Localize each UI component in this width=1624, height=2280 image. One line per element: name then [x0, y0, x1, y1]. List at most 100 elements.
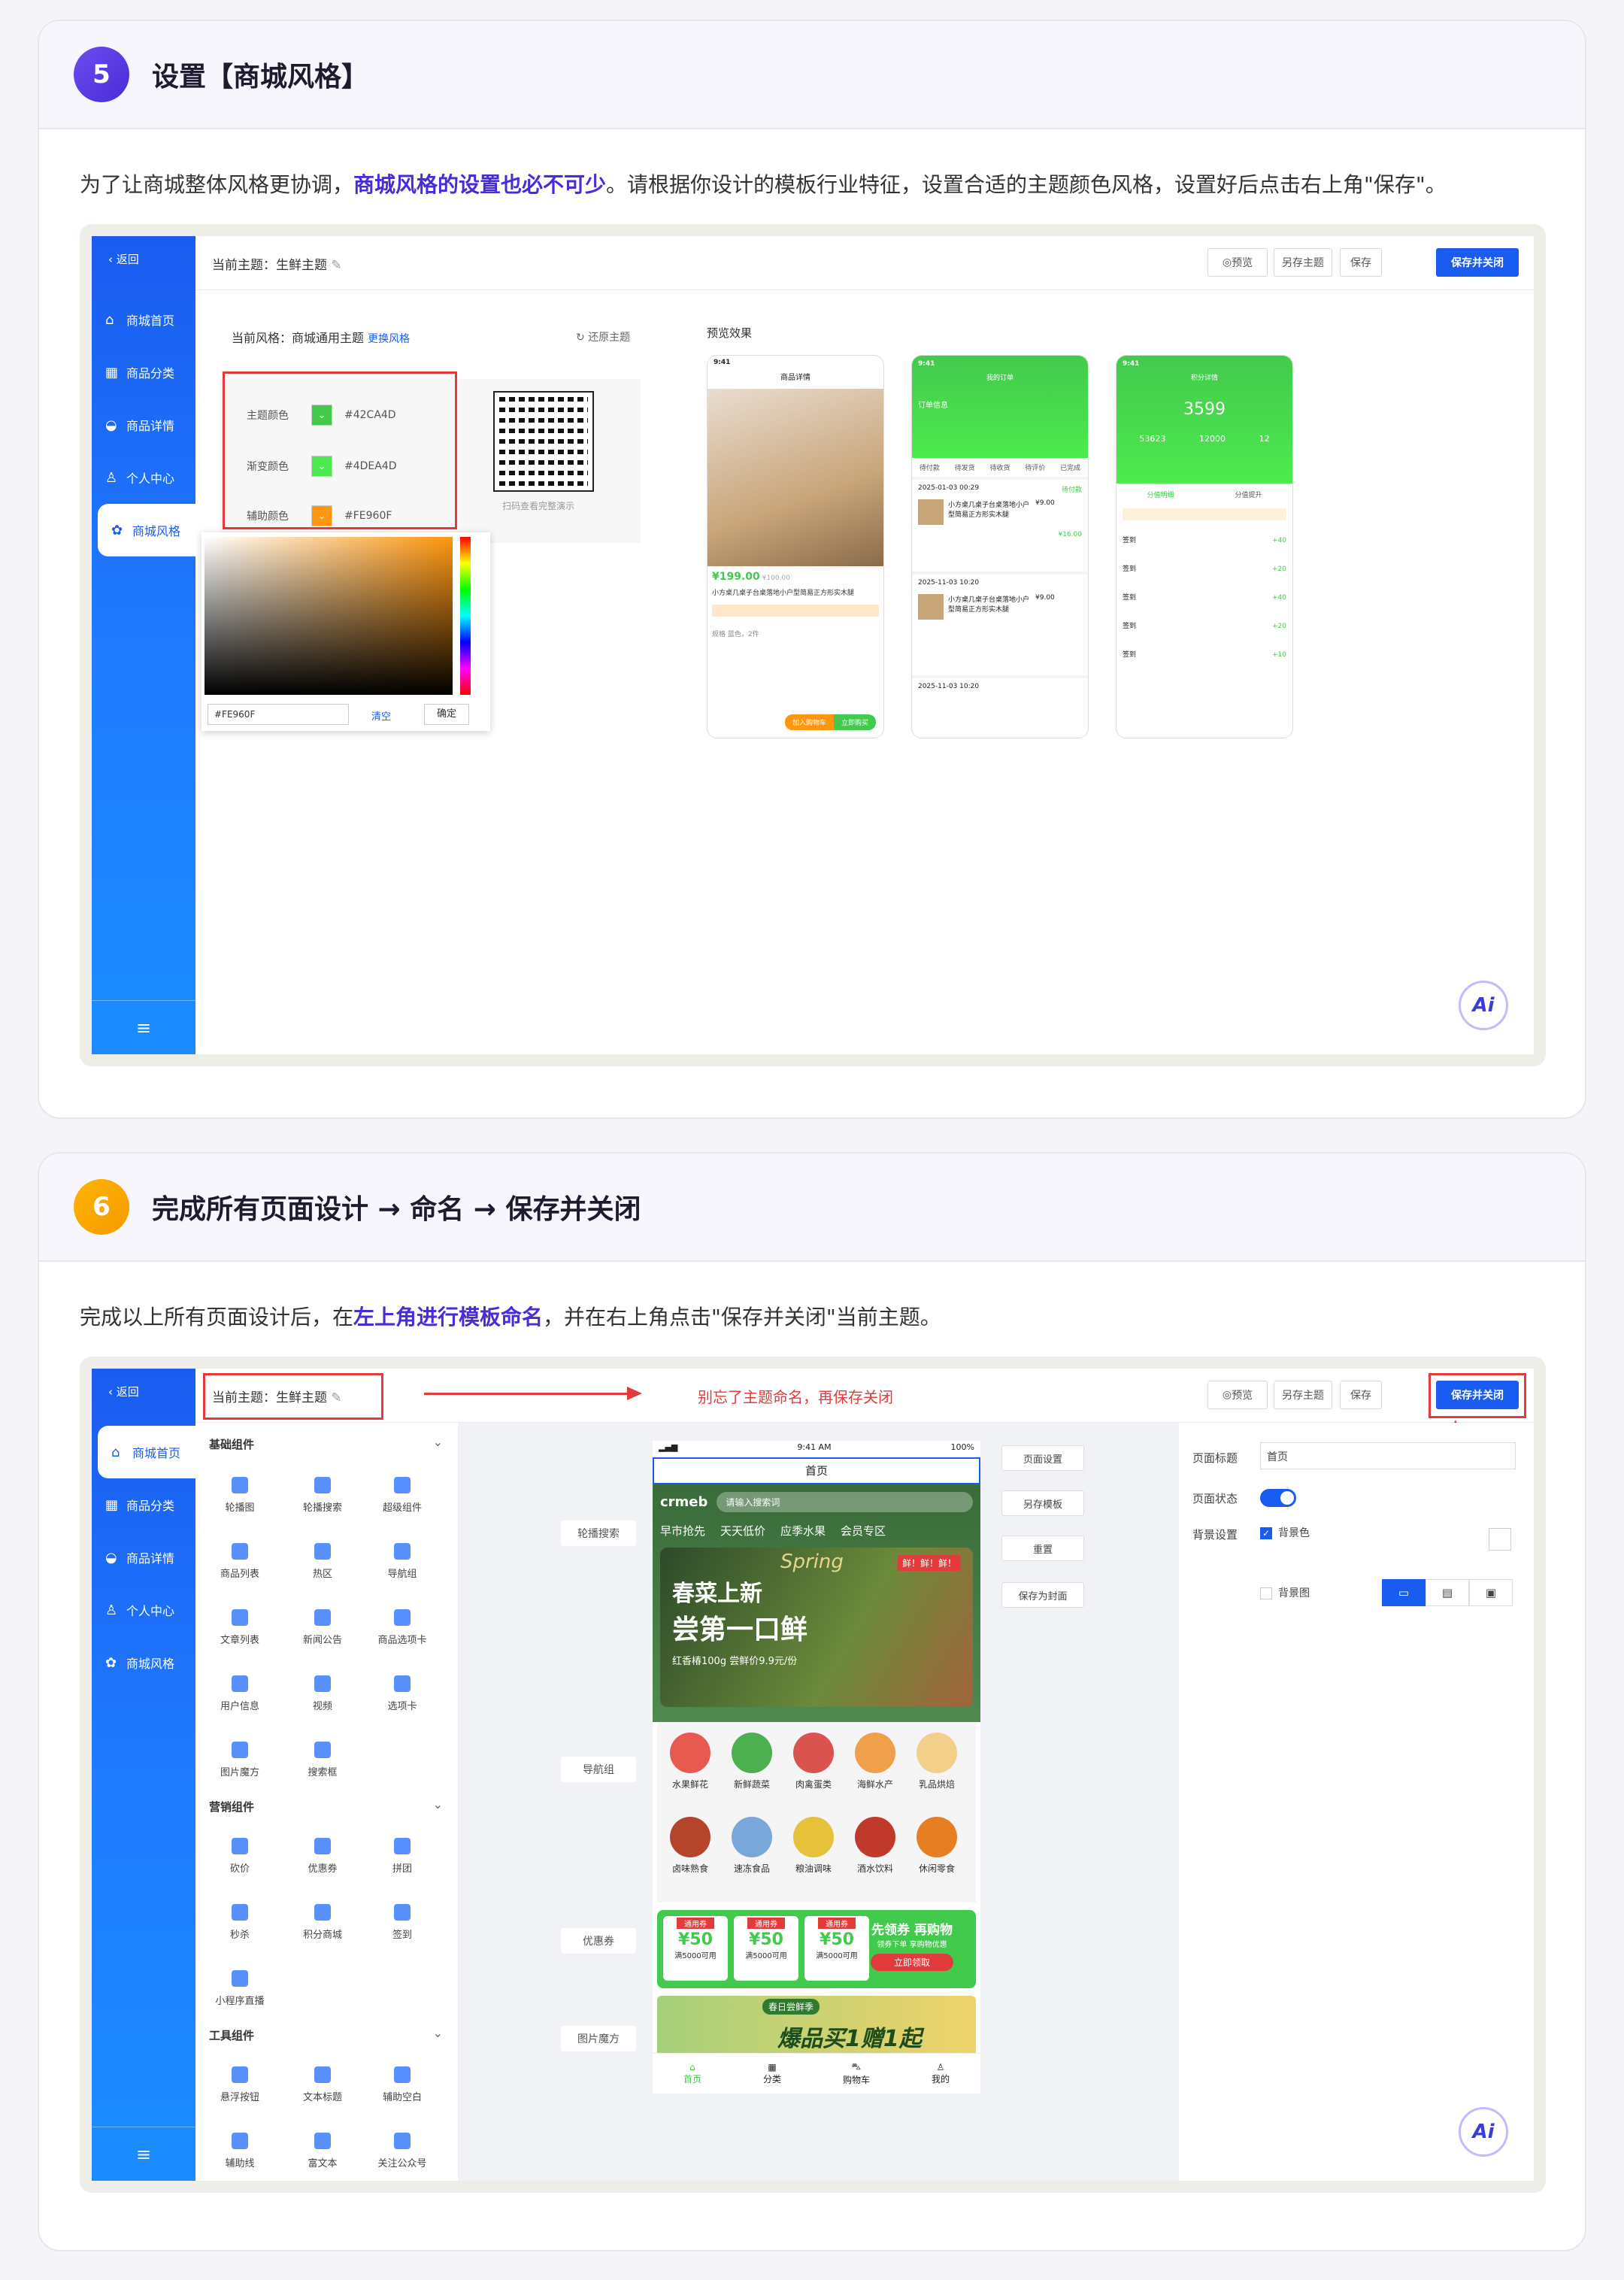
page-status-toggle[interactable] [1260, 1489, 1296, 1507]
comp-carousel-search[interactable]: 轮播搜索 [289, 1477, 356, 1514]
comp-image-cube[interactable]: 图片魔方 [206, 1742, 274, 1778]
add-cart-button[interactable]: 加入购物车 [784, 714, 834, 730]
change-style-link[interactable]: 更换风格 [368, 333, 410, 345]
group-tools-title[interactable]: 工具组件 [209, 2027, 254, 2043]
category-item[interactable]: 乳品烘焙 [914, 1733, 959, 1790]
chevron-down-icon[interactable]: ⌄ [433, 1797, 443, 1812]
tab-category[interactable]: ▦ 分类 [763, 2062, 781, 2085]
comp-hotspot[interactable]: 热区 [289, 1543, 356, 1580]
bg-color-checkbox[interactable]: ✓ 背景色 [1260, 1525, 1310, 1540]
comp-product-list[interactable]: 商品列表 [206, 1543, 274, 1580]
page-title-input[interactable]: 首页 [1260, 1442, 1516, 1469]
back-button[interactable]: ‹ 返回 [92, 236, 195, 293]
comp-carousel[interactable]: 轮播图 [206, 1477, 274, 1514]
tab-cart[interactable]: ⛍ 购物车 [843, 2061, 870, 2086]
current-theme-label[interactable]: 当前主题：生鲜主题 ✎ [212, 254, 342, 273]
layout-image-icon[interactable]: ▣ [1469, 1579, 1513, 1606]
bg-image-checkbox[interactable]: 背景图 [1260, 1585, 1310, 1600]
color-swatch-main[interactable]: ⌄ [311, 405, 332, 426]
comp-group-buy[interactable]: 拼团 [368, 1838, 436, 1875]
category-item[interactable]: 休闲零食 [914, 1817, 959, 1875]
category-item[interactable]: 速冻食品 [729, 1817, 774, 1875]
coupon-section[interactable]: 通用券 ¥50 满5000可用 通用券 ¥50 满5000可用 通用券 ¥50 满5000可… [657, 1910, 976, 1988]
comp-checkin[interactable]: 签到 [368, 1904, 436, 1941]
category-item[interactable]: 粮油调味 [791, 1817, 836, 1875]
save-template-button[interactable]: 另存模板 [1001, 1490, 1084, 1516]
comp-tabs[interactable]: 选项卡 [368, 1675, 436, 1712]
sidebar-item-home[interactable]: ⌂ 商城首页 [92, 293, 195, 346]
menu-icon[interactable]: ≡ [92, 1000, 195, 1054]
ai-assistant-button[interactable]: Ai [1459, 981, 1508, 1030]
category-item[interactable]: 酒水饮料 [853, 1817, 898, 1875]
get-coupon-button[interactable]: 立即领取 [871, 1954, 953, 1971]
sidebar-item-profile[interactable]: ♙ 个人中心 [92, 451, 195, 504]
page-settings-button[interactable]: 页面设置 [1001, 1445, 1084, 1471]
comp-news[interactable]: 新闻公告 [289, 1609, 356, 1646]
picker-hex-input[interactable]: #FE960F [208, 704, 349, 725]
chevron-down-icon[interactable]: ⌄ [433, 2026, 443, 2040]
header-section[interactable]: crmeb 请输入搜索词 早市抢先 天天低价 应季水果 会员专区 Spring 鲜！鲜… [653, 1484, 980, 1722]
comp-nav-group[interactable]: 导航组 [368, 1543, 436, 1580]
comp-points-mall[interactable]: 积分商城 [289, 1904, 356, 1941]
save-button[interactable]: 保存 [1340, 248, 1382, 277]
sidebar-item-category[interactable]: ▦ 商品分类 [92, 346, 195, 399]
preview-button[interactable]: ◎ 预览 [1207, 248, 1268, 277]
layout-full-icon[interactable]: ▭ [1382, 1579, 1426, 1606]
save-as-theme-button[interactable]: 另存主题 [1274, 1381, 1332, 1409]
save-cover-button[interactable]: 保存为封面 [1001, 1582, 1084, 1608]
comp-article-list[interactable]: 文章列表 [206, 1609, 274, 1646]
category-item[interactable]: 新鲜蔬菜 [729, 1733, 774, 1790]
category-item[interactable]: 海鲜水产 [853, 1733, 898, 1790]
menu-icon[interactable]: ≡ [92, 2127, 195, 2181]
promo-banner[interactable]: 春日尝鲜季 爆品买1赠1起 [657, 1996, 976, 2057]
comp-product-tabs[interactable]: 商品选项卡 [368, 1609, 436, 1646]
comp-search-box[interactable]: 搜索框 [289, 1742, 356, 1778]
picker-clear-button[interactable]: 清空 [371, 708, 391, 723]
comp-follow-official[interactable]: 关注公众号 [368, 2133, 436, 2169]
comp-user-info[interactable]: 用户信息 [206, 1675, 274, 1712]
preview-button[interactable]: ◎ 预览 [1207, 1381, 1268, 1409]
chevron-down-icon[interactable]: ⌄ [433, 1435, 443, 1449]
sidebar-item-detail[interactable]: ◒ 商品详情 [92, 1531, 195, 1584]
bg-color-swatch[interactable] [1489, 1528, 1511, 1551]
restore-theme-button[interactable]: ↻ 还原主题 [576, 329, 630, 344]
sidebar-item-profile[interactable]: ♙ 个人中心 [92, 1584, 195, 1636]
comp-live[interactable]: 小程序直播 [206, 1970, 274, 2007]
comp-flash-sale[interactable]: 秒杀 [206, 1904, 274, 1941]
ai-assistant-button[interactable]: Ai [1459, 2107, 1508, 2157]
canvas-label-carousel-search[interactable]: 轮播搜索 [561, 1521, 636, 1546]
sidebar-item-category[interactable]: ▦ 商品分类 [92, 1478, 195, 1531]
hue-slider[interactable] [460, 537, 471, 695]
picker-ok-button[interactable]: 确定 [424, 704, 469, 725]
canvas-label-nav-group[interactable]: 导航组 [561, 1757, 636, 1782]
color-saturation-area[interactable] [205, 537, 453, 695]
color-swatch-gradient[interactable]: ⌄ [311, 456, 332, 477]
comp-divider[interactable]: 辅助线 [206, 2133, 274, 2169]
sidebar-item-home[interactable]: ⌂ 商城首页 [98, 1426, 195, 1478]
comp-float-button[interactable]: 悬浮按钮 [206, 2066, 274, 2103]
group-basic-title[interactable]: 基础组件 [209, 1436, 254, 1452]
canvas-label-coupon[interactable]: 优惠券 [561, 1928, 636, 1954]
tab-mine[interactable]: ♙ 我的 [932, 2062, 950, 2085]
sidebar-item-detail[interactable]: ◒ 商品详情 [92, 399, 195, 451]
comp-coupon[interactable]: 优惠券 [289, 1838, 356, 1875]
banner[interactable]: Spring 鲜！鲜！鲜！ 春菜上新 尝第一口鲜 红香椿100g 尝鲜价9.9元… [660, 1548, 973, 1707]
category-item[interactable]: 肉禽蛋类 [791, 1733, 836, 1790]
comp-bargain[interactable]: 砍价 [206, 1838, 274, 1875]
save-close-button[interactable]: 保存并关闭 [1436, 248, 1519, 277]
canvas-label-image-cube[interactable]: 图片魔方 [561, 2026, 636, 2051]
sidebar-item-style[interactable]: ✿ 商城风格 [98, 504, 195, 556]
tab-home[interactable]: ⌂ 首页 [683, 2062, 701, 2085]
comp-rich-text[interactable]: 富文本 [289, 2133, 356, 2169]
page-title-bar[interactable]: 首页 [653, 1457, 980, 1484]
save-button[interactable]: 保存 [1340, 1381, 1382, 1409]
comp-text-title[interactable]: 文本标题 [289, 2066, 356, 2103]
comp-video[interactable]: 视频 [289, 1675, 356, 1712]
sidebar-item-style[interactable]: ✿ 商城风格 [92, 1636, 195, 1689]
category-item[interactable]: 水果鲜花 [668, 1733, 713, 1790]
edit-icon[interactable]: ✎ [331, 258, 341, 273]
search-input[interactable]: 请输入搜索词 [717, 1492, 973, 1512]
comp-super[interactable]: 超级组件 [368, 1477, 436, 1514]
buy-now-button[interactable]: 立即购买 [833, 714, 876, 730]
category-nav[interactable]: 水果鲜花 新鲜蔬菜 肉禽蛋类 海鲜水产 乳品烘焙 卤味熟食 速冻食品 粮油调味 酒水饮料 休闲零食 [657, 1722, 976, 1903]
